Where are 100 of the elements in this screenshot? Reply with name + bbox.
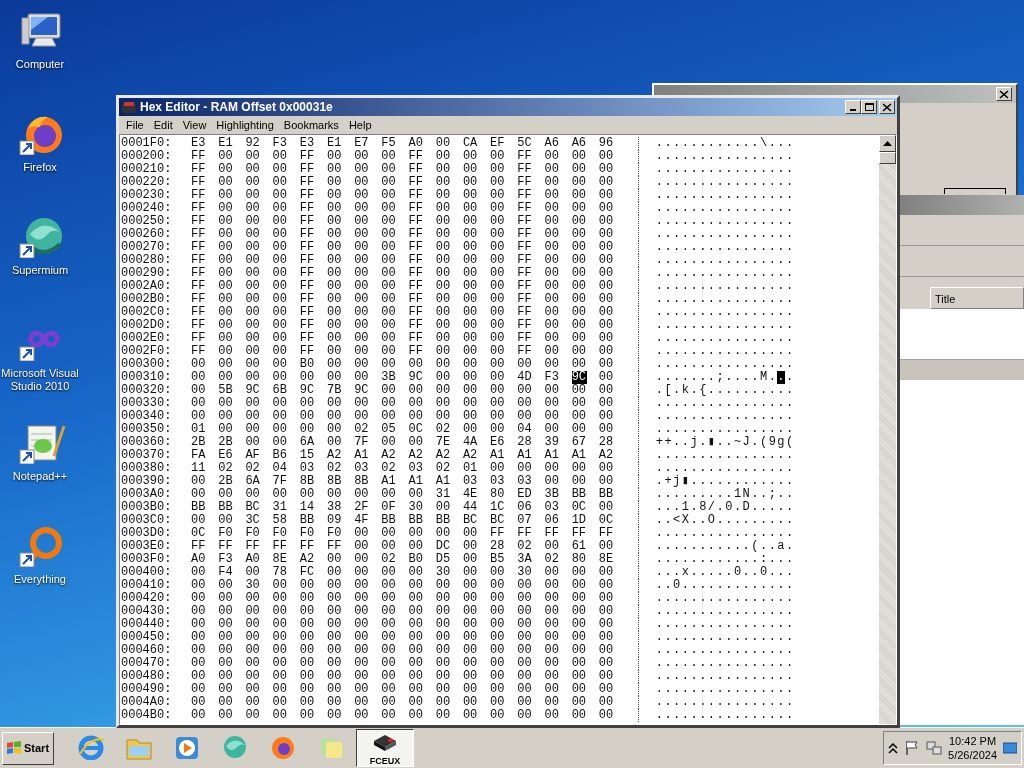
ascii-char[interactable]: . xyxy=(698,397,708,410)
ascii-char[interactable]: . xyxy=(724,267,734,280)
hex-byte[interactable]: 00 xyxy=(571,397,599,410)
hex-byte[interactable]: 00 xyxy=(218,241,246,254)
ascii-char[interactable]: 8 xyxy=(698,501,708,514)
ascii-char[interactable]: . xyxy=(767,605,777,618)
ascii-char[interactable]: . xyxy=(785,475,794,488)
hex-byte[interactable]: FF xyxy=(191,254,219,267)
hex-byte[interactable]: 09 xyxy=(326,514,355,527)
ascii-char[interactable]: . xyxy=(741,657,751,670)
hex-byte[interactable]: 00 xyxy=(408,397,436,410)
ascii-char[interactable]: . xyxy=(776,163,786,176)
hex-byte[interactable]: 30 xyxy=(435,566,463,579)
hex-byte[interactable]: 00 xyxy=(544,189,572,202)
ascii-char[interactable]: . xyxy=(681,202,690,215)
ascii-char[interactable]: . xyxy=(689,345,699,358)
hex-byte[interactable]: 00 xyxy=(571,618,599,631)
ascii-char[interactable]: 0 xyxy=(759,566,768,579)
ascii-char[interactable]: . xyxy=(707,150,716,163)
ascii-char[interactable]: . xyxy=(698,254,708,267)
hex-byte[interactable]: 3B xyxy=(544,488,572,501)
hex-byte[interactable]: 00 xyxy=(435,618,463,631)
hex-byte[interactable]: 00 xyxy=(490,579,518,592)
ascii-char[interactable]: . xyxy=(672,605,682,618)
ascii-char[interactable]: . xyxy=(785,163,794,176)
hex-byte[interactable]: 00 xyxy=(462,332,491,345)
hex-byte[interactable]: FF xyxy=(408,215,436,228)
hex-byte[interactable]: 00 xyxy=(598,644,626,657)
ascii-char[interactable]: . xyxy=(750,527,760,540)
ascii-char[interactable]: . xyxy=(733,332,742,345)
ascii-char[interactable]: . xyxy=(776,293,786,306)
ascii-char[interactable]: . xyxy=(689,306,699,319)
ascii-char[interactable]: . xyxy=(776,228,786,241)
ascii-char[interactable]: 1 xyxy=(681,501,690,514)
ascii-char[interactable]: . xyxy=(741,371,751,384)
ascii-char[interactable]: . xyxy=(750,293,760,306)
hex-byte[interactable]: A0 xyxy=(245,553,273,566)
hex-byte[interactable]: FF xyxy=(191,306,219,319)
ascii-char[interactable]: . xyxy=(715,176,725,189)
hex-byte[interactable]: 00 xyxy=(571,384,599,397)
ascii-char[interactable]: . xyxy=(750,592,760,605)
hex-byte[interactable]: 00 xyxy=(517,696,545,709)
ascii-char[interactable]: . xyxy=(707,683,716,696)
ascii-char[interactable]: . xyxy=(759,228,768,241)
ascii-char[interactable]: . xyxy=(707,657,716,670)
hex-byte[interactable]: 00 xyxy=(544,358,572,371)
ascii-char[interactable]: . xyxy=(750,345,760,358)
ascii-char[interactable]: . xyxy=(767,501,777,514)
hex-byte[interactable]: 00 xyxy=(490,371,518,384)
hex-byte[interactable]: FF xyxy=(408,306,436,319)
hex-byte[interactable]: 02 xyxy=(517,540,545,553)
hex-byte[interactable]: 00 xyxy=(245,332,273,345)
hex-byte[interactable]: 00 xyxy=(299,618,327,631)
ascii-char[interactable]: . xyxy=(681,254,690,267)
ascii-char[interactable]: . xyxy=(681,540,690,553)
hex-byte[interactable]: 00 xyxy=(218,644,246,657)
ascii-char[interactable]: . xyxy=(689,501,699,514)
ascii-char[interactable]: . xyxy=(655,423,664,436)
close-button[interactable] xyxy=(879,100,895,114)
ascii-char[interactable]: . xyxy=(672,215,682,228)
ascii-char[interactable]: . xyxy=(776,384,786,397)
ascii-char[interactable]: . xyxy=(785,319,794,332)
ascii-char[interactable]: . xyxy=(655,501,664,514)
hex-byte[interactable]: 00 xyxy=(299,605,327,618)
ascii-char[interactable]: . xyxy=(741,592,751,605)
hex-byte[interactable]: 00 xyxy=(354,410,382,423)
hex-byte[interactable]: 00 xyxy=(218,696,246,709)
ascii-char[interactable]: . xyxy=(733,202,742,215)
hex-byte[interactable]: 00 xyxy=(326,202,355,215)
hex-byte[interactable]: BB xyxy=(381,514,409,527)
ascii-char[interactable]: . xyxy=(733,267,742,280)
ascii-char[interactable]: . xyxy=(776,280,786,293)
ascii-char[interactable]: . xyxy=(681,319,690,332)
hex-byte[interactable]: E6 xyxy=(490,436,518,449)
hex-byte[interactable]: 00 xyxy=(408,579,436,592)
ascii-char[interactable]: . xyxy=(750,397,760,410)
ascii-char[interactable]: . xyxy=(741,254,751,267)
hex-byte[interactable]: FF xyxy=(299,332,327,345)
ascii-char[interactable]: { xyxy=(698,384,708,397)
ascii-char[interactable]: . xyxy=(785,488,794,501)
ascii-char[interactable]: . xyxy=(698,241,708,254)
ascii-char[interactable]: . xyxy=(785,540,794,553)
ascii-char[interactable]: . xyxy=(655,254,664,267)
hex-byte[interactable]: 00 xyxy=(191,358,219,371)
ascii-char[interactable]: . xyxy=(750,488,760,501)
ascii-char[interactable]: . xyxy=(655,475,664,488)
ascii-char[interactable]: . xyxy=(767,163,777,176)
hex-byte[interactable]: 00 xyxy=(326,670,355,683)
ascii-char[interactable]: . xyxy=(776,397,786,410)
hex-byte[interactable]: 00 xyxy=(544,579,572,592)
hex-byte[interactable]: FF xyxy=(517,176,545,189)
ascii-char[interactable]: . xyxy=(707,527,716,540)
ascii-char[interactable]: . xyxy=(672,384,682,397)
hex-byte[interactable]: 00 xyxy=(326,228,355,241)
ascii-char[interactable]: . xyxy=(759,345,768,358)
ascii-char[interactable]: . xyxy=(663,501,673,514)
ascii-char[interactable]: O xyxy=(707,514,716,527)
hex-byte[interactable]: F0 xyxy=(326,527,355,540)
hex-byte[interactable]: 00 xyxy=(544,267,572,280)
hex-byte[interactable]: A2 xyxy=(598,449,626,462)
